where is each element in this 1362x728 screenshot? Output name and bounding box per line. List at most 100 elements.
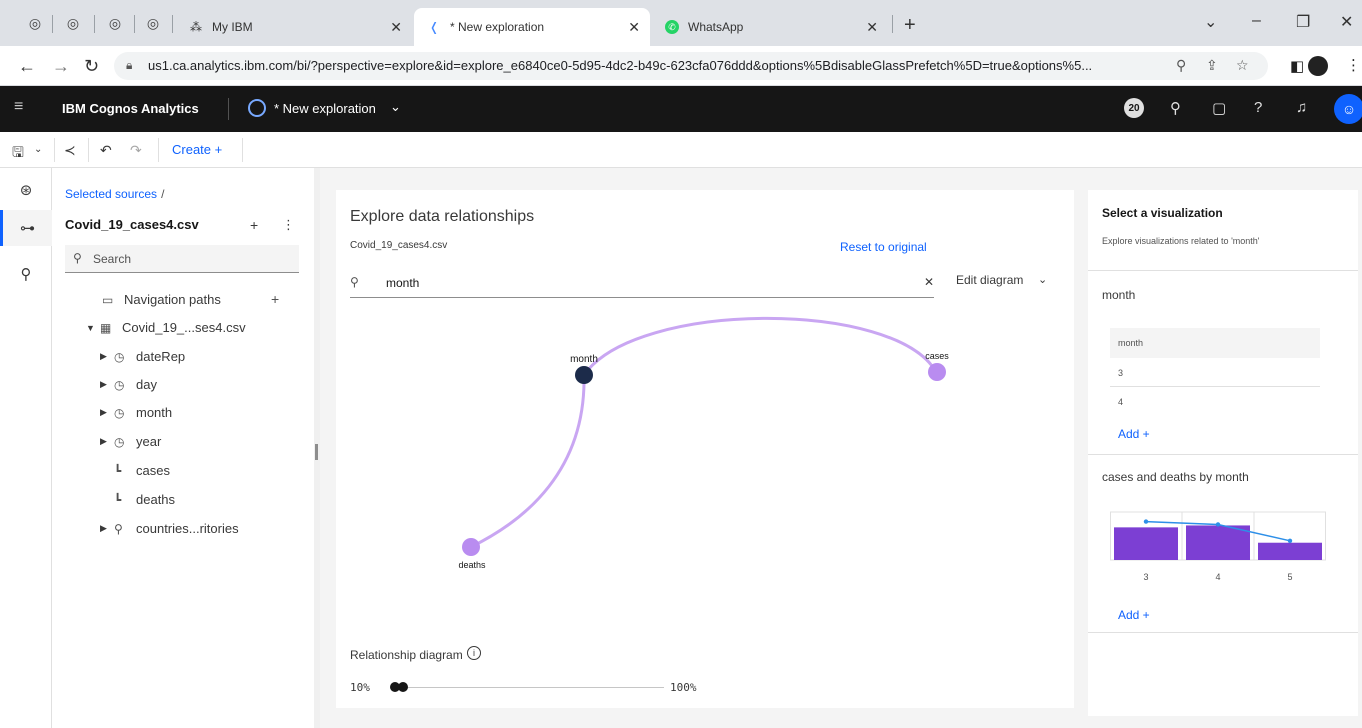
close-window-icon[interactable]: ✕	[1340, 12, 1353, 32]
tab-divider	[94, 15, 95, 33]
tab-title: * New exploration	[450, 20, 545, 34]
whatsapp-favicon-icon: ✆	[664, 19, 680, 35]
tree-item-daterep[interactable]: ▶ ◷ dateRep	[100, 349, 185, 364]
bookmark-star-icon[interactable]: ☆	[1236, 57, 1249, 74]
close-tab-icon[interactable]: ✕	[390, 19, 402, 36]
node-deaths[interactable]	[462, 538, 480, 556]
caret-right-icon[interactable]: ▶	[100, 351, 114, 362]
reset-to-original-link[interactable]: Reset to original	[840, 240, 927, 254]
pinned-tab-icon[interactable]: ◎	[62, 12, 84, 34]
tab-new-exploration[interactable]: ❬ * New exploration ✕	[414, 8, 650, 46]
viz-panel-title: Select a visualization	[1102, 206, 1223, 220]
tab-search-chevron-icon[interactable]: ⌄	[1204, 12, 1217, 32]
splitter-grip[interactable]	[315, 444, 318, 460]
forward-arrow-icon[interactable]: →	[52, 56, 70, 77]
minimize-icon[interactable]: –	[1252, 12, 1261, 30]
viz-panel-subtitle: Explore visualizations related to 'month…	[1102, 236, 1260, 246]
clock-icon: ◷	[114, 377, 125, 392]
hamburger-menu-icon[interactable]: ≡	[14, 98, 23, 116]
share-icon[interactable]: ≺	[64, 142, 76, 159]
tree-item-deaths[interactable]: ┗ deaths	[114, 492, 175, 507]
overflow-menu-icon[interactable]: ⋮	[282, 217, 295, 233]
chart-bar	[1186, 525, 1250, 560]
add-source-icon[interactable]: +	[250, 217, 258, 233]
caret-right-icon[interactable]: ▶	[100, 407, 114, 418]
toolbar-divider	[158, 138, 159, 162]
restore-icon[interactable]: ❐	[1296, 12, 1310, 32]
data-tree-icon[interactable]: ⊶	[0, 210, 52, 246]
tree-item-countries[interactable]: ▶ ⚲ countries...ritories	[100, 521, 239, 536]
node-month[interactable]	[575, 366, 593, 384]
viz-card-title[interactable]: month	[1102, 288, 1135, 302]
slider-min-label: 10%	[350, 681, 370, 694]
add-visualization-button[interactable]: Add +	[1118, 608, 1150, 622]
caret-right-icon[interactable]: ▶	[100, 436, 114, 447]
user-avatar-icon[interactable]: ☺	[1334, 94, 1362, 124]
slider-handle-high[interactable]	[398, 682, 408, 692]
pin-icon[interactable]: ⚲	[0, 256, 52, 292]
add-navigation-path-icon[interactable]: +	[271, 291, 279, 307]
tree-item-label: year	[136, 434, 162, 449]
caret-right-icon[interactable]: ▶	[100, 379, 114, 390]
save-icon[interactable]: 🖫︎	[12, 142, 24, 166]
explore-icon[interactable]: ⊛	[0, 172, 52, 208]
browser-menu-icon[interactable]: ⋮	[1346, 56, 1361, 74]
chart-tick-label: 3	[1143, 572, 1148, 582]
undo-icon[interactable]: ↶	[100, 142, 112, 159]
notification-count-badge[interactable]: 20	[1124, 98, 1144, 118]
pinned-tab-icon[interactable]: ◎	[142, 12, 164, 34]
toolbar-divider	[54, 138, 55, 162]
tree-item-day[interactable]: ▶ ◷ day	[100, 377, 157, 392]
caret-right-icon[interactable]: ▶	[100, 523, 114, 534]
profile-avatar[interactable]	[1308, 56, 1328, 76]
tab-my-ibm[interactable]: ⁂ My IBM ✕	[176, 8, 412, 46]
node-cases[interactable]	[928, 363, 946, 381]
create-button[interactable]: Create +	[172, 142, 222, 157]
breadcrumb-separator: /	[161, 187, 165, 201]
search-icon[interactable]: ⚲	[1170, 99, 1181, 117]
tree-item-navigation-paths[interactable]: ▭ Navigation paths	[102, 292, 221, 307]
close-tab-icon[interactable]: ✕	[628, 19, 640, 36]
side-panel-icon[interactable]: ◧	[1290, 57, 1304, 75]
selected-sources-link[interactable]: Selected sources	[65, 187, 157, 201]
visualization-panel: Select a visualization Explore visualiza…	[1088, 190, 1358, 716]
add-visualization-button[interactable]: Add +	[1118, 427, 1150, 441]
ibm-favicon-icon: ⁂	[190, 20, 202, 34]
chevron-down-icon[interactable]: ⌄	[1038, 273, 1047, 286]
cases-deaths-chart[interactable]: 3 4 5	[1110, 508, 1326, 598]
save-chevron-icon[interactable]: ⌄	[34, 144, 42, 155]
redo-icon[interactable]: ↷	[130, 142, 142, 159]
share-icon[interactable]: ⇪	[1206, 57, 1218, 74]
pinned-tab-icon[interactable]: ◎	[104, 12, 126, 34]
cognos-favicon-icon: ❬	[428, 20, 440, 34]
clear-search-icon[interactable]: ✕	[924, 275, 934, 289]
exploration-title[interactable]: * New exploration	[274, 101, 376, 116]
diagram-search-input[interactable]: ⚲ month ✕	[350, 268, 934, 298]
caret-down-icon[interactable]: ▼	[86, 323, 100, 333]
relationship-slider-track[interactable]	[392, 687, 664, 688]
close-tab-icon[interactable]: ✕	[866, 19, 878, 36]
folder-icon: ▭	[102, 292, 114, 307]
tab-title: My IBM	[212, 20, 253, 34]
tree-item-cases[interactable]: ┗ cases	[114, 463, 170, 478]
help-icon[interactable]: ?	[1254, 99, 1262, 116]
tree-item-year[interactable]: ▶ ◷ year	[100, 434, 161, 449]
viz-card-title[interactable]: cases and deaths by month	[1102, 470, 1249, 484]
month-table[interactable]: month 3 4	[1110, 328, 1320, 407]
tree-item-source-table[interactable]: ▼ ▦ Covid_19_...ses4.csv	[86, 320, 246, 335]
info-icon[interactable]: i	[467, 646, 481, 660]
node-month-label: month	[570, 354, 598, 365]
notifications-bell-icon[interactable]: ♫	[1296, 99, 1307, 116]
reload-icon[interactable]: ↻	[84, 56, 99, 77]
pinned-tab-icon[interactable]: ◎	[24, 12, 46, 34]
back-arrow-icon[interactable]: ←	[18, 56, 36, 77]
new-tab-button[interactable]: +	[904, 14, 916, 37]
source-search-input[interactable]: ⚲ Search	[65, 245, 299, 273]
chat-assistant-icon[interactable]: ▢	[1212, 99, 1226, 117]
tab-whatsapp[interactable]: ✆ WhatsApp ✕	[652, 8, 888, 46]
zoom-icon[interactable]: ⚲	[1176, 57, 1186, 74]
tree-item-month[interactable]: ▶ ◷ month	[100, 405, 172, 420]
url-field[interactable]: 🔒︎ us1.ca.analytics.ibm.com/bi/?perspect…	[114, 52, 1268, 80]
edit-diagram-dropdown[interactable]: Edit diagram	[956, 273, 1023, 287]
chevron-down-icon[interactable]: ⌄	[390, 99, 401, 115]
